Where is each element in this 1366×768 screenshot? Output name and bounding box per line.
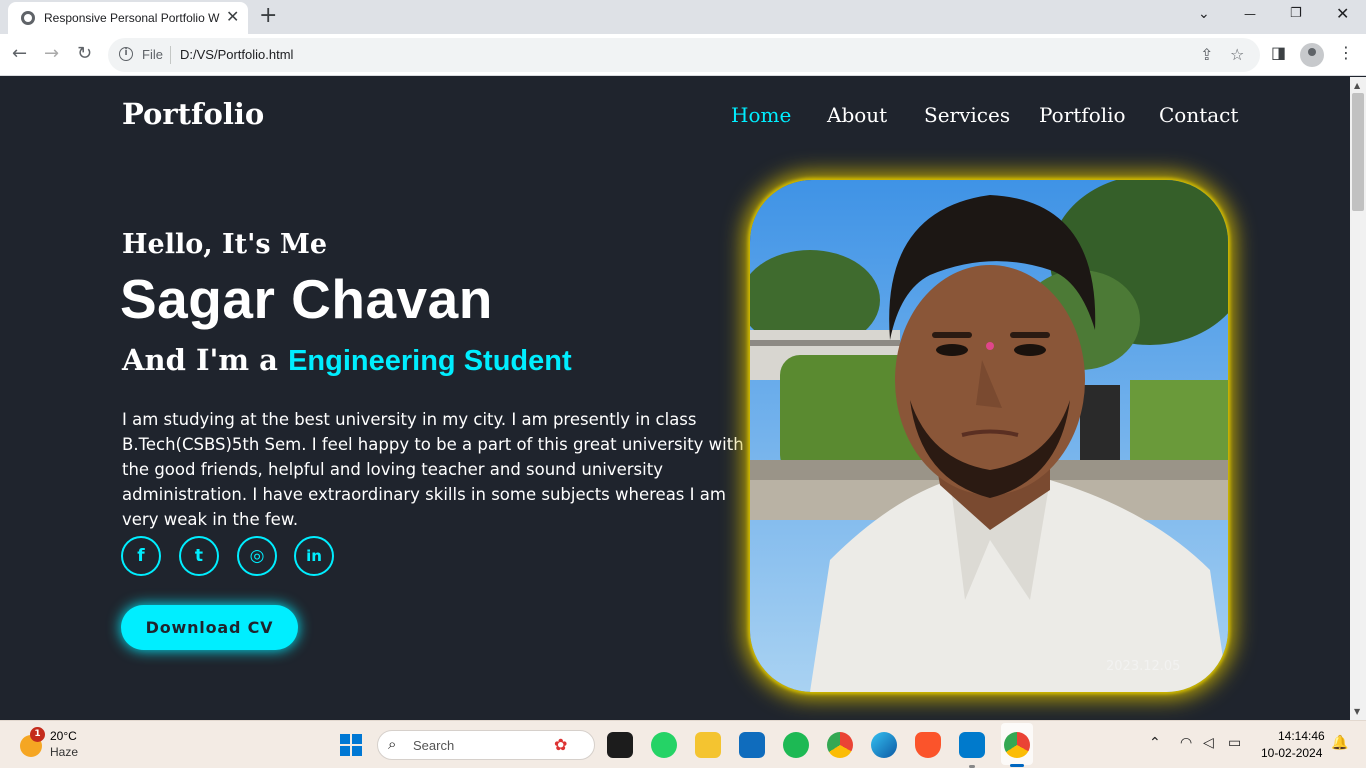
search-icon: ⌕ xyxy=(388,735,397,753)
info-icon[interactable]: i xyxy=(119,47,133,61)
scroll-down-arrow-icon[interactable]: ▼ xyxy=(1354,707,1360,716)
clock-date[interactable]: 10-02-2024 xyxy=(1261,746,1322,760)
hero-bio: I am studying at the best university in … xyxy=(122,410,744,529)
nav-portfolio[interactable]: Portfolio xyxy=(1039,103,1126,127)
share-icon[interactable]: ⇪ xyxy=(1200,45,1213,64)
show-hidden-icons-chevron-icon[interactable]: ⌃ xyxy=(1149,735,1161,751)
browser-toolbar: ← → ↻ i File D:/VS/Portfolio.html ⇪ ☆ ◨ … xyxy=(0,34,1366,76)
battery-icon[interactable]: ▭ xyxy=(1228,735,1241,751)
notification-bell-icon[interactable]: 🔔 xyxy=(1331,735,1348,751)
weather-temperature[interactable]: 20°C xyxy=(50,729,77,743)
scrollbar-thumb[interactable] xyxy=(1352,93,1364,211)
brave-icon[interactable] xyxy=(915,732,941,758)
browser-tab-strip: Responsive Personal Portfolio W ✕ + ⌄ — … xyxy=(0,0,1366,34)
facebook-icon[interactable]: f xyxy=(121,536,161,576)
taskbar-search[interactable]: ⌕ Search ✿ xyxy=(377,730,595,760)
app-store-icon[interactable] xyxy=(739,732,765,758)
divider xyxy=(170,46,171,64)
edge-icon[interactable] xyxy=(871,732,897,758)
scheme-label: File xyxy=(142,47,163,62)
photo-date-stamp: 2023.12.05 xyxy=(1106,659,1180,674)
instagram-icon[interactable]: ◎ xyxy=(237,536,277,576)
nav-about[interactable]: About xyxy=(827,103,887,127)
browser-tab[interactable]: Responsive Personal Portfolio W ✕ xyxy=(8,2,248,34)
linkedin-icon[interactable]: in xyxy=(294,536,334,576)
tab-title: Responsive Personal Portfolio W xyxy=(44,11,220,25)
address-bar[interactable]: i File D:/VS/Portfolio.html ⇪ ☆ xyxy=(108,38,1260,72)
nav-contact[interactable]: Contact xyxy=(1159,103,1238,127)
role-prefix: And I'm a xyxy=(122,343,289,377)
side-panel-icon[interactable]: ◨ xyxy=(1271,43,1286,62)
new-tab-button[interactable]: + xyxy=(259,4,277,28)
back-button[interactable]: ← xyxy=(12,43,27,65)
page-viewport: Portfolio Home About Services Portfolio … xyxy=(0,77,1350,720)
chrome-icon[interactable] xyxy=(827,732,853,758)
page-scrollbar[interactable]: ▲ ▼ xyxy=(1350,77,1366,720)
twitter-icon[interactable]: t xyxy=(179,536,219,576)
profile-avatar-icon[interactable] xyxy=(1300,43,1324,67)
search-label: Search xyxy=(413,738,455,753)
hero-role: And I'm a Engineering Student xyxy=(122,343,572,378)
task-view-icon[interactable] xyxy=(607,732,633,758)
whatsapp-icon[interactable] xyxy=(651,732,677,758)
role-highlight: Engineering Student xyxy=(288,345,572,377)
profile-photo-illustration: 2023.12.05 xyxy=(750,180,1228,692)
weather-notification-badge: 1 xyxy=(30,727,45,742)
windows-taskbar: 1 20°C Haze ⌕ Search ✿ ⌃ ◠ ◁ ▭ 14:14:46 … xyxy=(0,720,1366,768)
greeting: Hello, It's Me xyxy=(122,229,328,260)
vscode-icon[interactable] xyxy=(959,732,985,758)
site-logo[interactable]: Portfolio xyxy=(122,97,264,131)
menu-icon[interactable]: ⋮ xyxy=(1338,43,1354,62)
tab-search-icon[interactable]: ⌄ xyxy=(1198,4,1210,24)
nav-home[interactable]: Home xyxy=(731,103,791,127)
download-cv-button[interactable]: Download CV xyxy=(121,605,298,650)
folder-icon[interactable] xyxy=(695,732,721,758)
forward-button[interactable]: → xyxy=(44,43,59,65)
url-text[interactable]: D:/VS/Portfolio.html xyxy=(180,47,293,62)
restore-button[interactable]: ❐ xyxy=(1290,4,1302,24)
bookmark-star-icon[interactable]: ☆ xyxy=(1230,45,1244,64)
volume-icon[interactable]: ◁ xyxy=(1203,735,1214,751)
active-app-indicator xyxy=(1010,764,1024,767)
scroll-up-arrow-icon[interactable]: ▲ xyxy=(1354,81,1360,90)
hero-name: Sagar Chavan xyxy=(120,268,493,330)
clock-time[interactable]: 14:14:46 xyxy=(1278,729,1325,743)
reload-button[interactable]: ↻ xyxy=(77,43,92,65)
weather-description[interactable]: Haze xyxy=(50,745,78,759)
globe-icon xyxy=(21,11,35,25)
profile-photo: 2023.12.05 xyxy=(750,180,1228,692)
close-window-button[interactable]: ✕ xyxy=(1336,4,1349,24)
windows-start-icon[interactable] xyxy=(340,734,362,756)
chrome-active-icon[interactable] xyxy=(1004,732,1030,758)
wifi-icon[interactable]: ◠ xyxy=(1180,735,1192,751)
tab-close-icon[interactable]: ✕ xyxy=(226,9,239,25)
spotify-icon[interactable] xyxy=(783,732,809,758)
minimize-button[interactable]: — xyxy=(1244,4,1256,24)
search-highlight-icon: ✿ xyxy=(554,735,568,754)
nav-services[interactable]: Services xyxy=(924,103,1010,127)
